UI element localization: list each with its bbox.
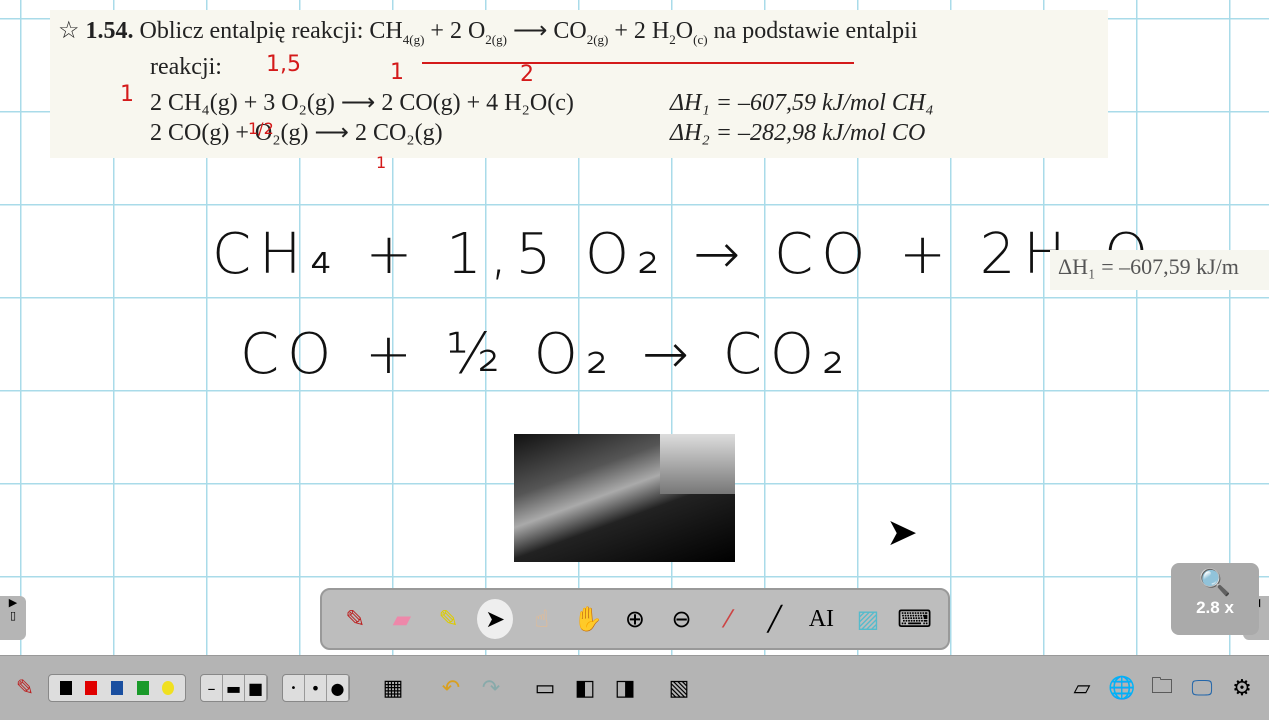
color-blue[interactable] <box>110 681 123 695</box>
color-black[interactable] <box>59 681 72 695</box>
dot-small[interactable]: • <box>283 675 305 701</box>
line-icon[interactable]: ╱ <box>757 599 793 639</box>
line-thick[interactable]: ■ <box>245 675 267 701</box>
next-page-icon[interactable]: ◨ <box>608 671 642 705</box>
color-yellow[interactable] <box>162 681 175 695</box>
delta-h1: ΔH₁ = –607,59 kJ/mol CH₄ <box>670 90 934 116</box>
pen-tablet-icon[interactable]: ▱ <box>1065 671 1099 705</box>
dot-medium[interactable]: • <box>305 675 327 701</box>
pen-icon[interactable]: ✎ <box>337 599 373 639</box>
mouse-cursor-icon: ➤ <box>886 510 918 554</box>
zoom-in-icon[interactable]: ⊕ <box>617 599 653 639</box>
highlighter-icon[interactable]: ✎ <box>431 599 467 639</box>
webcam-video <box>514 434 735 562</box>
floating-toolbar: ✎ ▰ ✎ ➤ ☝ ✋ ⊕ ⊖ ⁄ ╱ AI ▨ ⌨ <box>320 588 950 650</box>
zoom-widget[interactable]: 🔍 2.8 x <box>1171 563 1259 635</box>
text-tool-icon[interactable]: AI <box>803 599 839 639</box>
line-width-group: – ▬ ■ <box>200 674 268 702</box>
color-picker-icon[interactable]: ⁄ <box>710 599 746 639</box>
red-underline <box>422 62 854 64</box>
bottom-toolbar: ✎ – ▬ ■ • • ● ▦ ↶ ↷ ▭ ◧ ◨ ▧ ▱ 🌐 🗀 🖵 ⚙ <box>0 655 1269 720</box>
pen-settings-icon[interactable]: ✎ <box>8 671 42 705</box>
color-red[interactable] <box>85 681 98 695</box>
clear-page-icon[interactable]: ▧ <box>662 671 696 705</box>
magic-pointer-icon[interactable]: ☝ <box>524 599 560 639</box>
delta-h2: ΔH₂ = –282,98 kJ/mol CO <box>670 120 926 146</box>
line-thin[interactable]: – <box>201 675 223 701</box>
handwritten-equation-2: CO + ½ O₂ → CO₂ <box>240 322 853 387</box>
folder-icon[interactable]: 🗀 <box>1145 671 1179 705</box>
screen-capture-icon[interactable]: ▨ <box>850 599 886 639</box>
problem-line1: ☆ 1.54. Oblicz entalpię reakcji: CH4(g) … <box>58 18 918 47</box>
delta-h-snippet: ΔH₁ = –607,59 kJ/m <box>1050 250 1269 290</box>
keyboard-icon[interactable]: ⌨ <box>897 599 933 639</box>
display-icon[interactable]: 🖵 <box>1185 671 1219 705</box>
new-page-icon[interactable]: ▭ <box>528 671 562 705</box>
left-panel-toggle[interactable]: ▶ ▯ <box>0 596 26 640</box>
star-icon: ☆ <box>58 18 80 44</box>
handwritten-equation-1: CH₄ + 1,5 O₂ → CO + 2H₂O <box>212 222 1157 287</box>
screen-keyboard-icon[interactable]: ▦ <box>376 671 410 705</box>
line-medium[interactable]: ▬ <box>223 675 245 701</box>
settings-icon[interactable]: ⚙ <box>1225 671 1259 705</box>
eraser-icon[interactable]: ▰ <box>384 599 420 639</box>
zoom-out-icon[interactable]: ⊖ <box>664 599 700 639</box>
select-pointer-icon[interactable]: ➤ <box>477 599 514 639</box>
pan-hand-icon[interactable]: ✋ <box>570 599 606 639</box>
dot-size-group: • • ● <box>282 674 350 702</box>
zoom-icon: 🔍 <box>1198 567 1232 597</box>
globe-icon[interactable]: 🌐 <box>1105 671 1139 705</box>
whiteboard-canvas[interactable]: ☆ 1.54. Oblicz entalpię reakcji: CH4(g) … <box>0 0 1269 655</box>
color-green[interactable] <box>136 681 149 695</box>
redo-icon[interactable]: ↷ <box>474 671 508 705</box>
previous-page-icon[interactable]: ◧ <box>568 671 602 705</box>
dot-large[interactable]: ● <box>327 675 349 701</box>
problem-image: ☆ 1.54. Oblicz entalpię reakcji: CH4(g) … <box>50 10 1108 172</box>
equation-2: 2 CO(g) + O₂(g) ⟶ 2 CO₂(g) <box>150 120 443 146</box>
color-palette <box>48 674 186 702</box>
undo-icon[interactable]: ↶ <box>434 671 468 705</box>
equation-1: 2 CH₄(g) + 3 O₂(g) ⟶ 2 CO(g) + 4 H₂O(c) <box>150 90 574 116</box>
